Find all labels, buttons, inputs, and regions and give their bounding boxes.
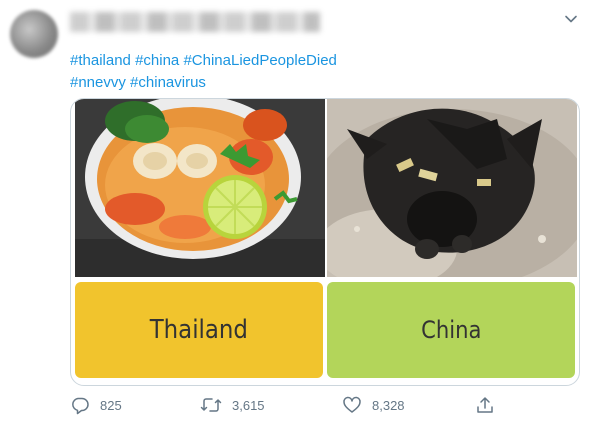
label-thailand-text: Thailand [149, 315, 249, 345]
author-name-blurred [70, 12, 320, 32]
hashtag-nnevvy[interactable]: #nnevvy [70, 74, 126, 91]
retweet-count: 3,615 [232, 397, 265, 413]
reply-icon [72, 397, 89, 415]
hashtag-chinaliedpeopledied[interactable]: #ChinaLiedPeopleDied [183, 52, 336, 69]
like-button[interactable]: 8,328 [342, 393, 405, 417]
tweet-text: #thailand #china #ChinaLiedPeopleDied #n… [70, 50, 570, 94]
label-china: China [327, 282, 575, 378]
like-count: 8,328 [372, 397, 405, 413]
hashtag-chinavirus[interactable]: #chinavirus [130, 74, 206, 91]
reply-count: 825 [100, 397, 122, 413]
photo-bat-soup[interactable] [327, 99, 577, 277]
tweet-text-line-2: #nnevvy #chinavirus [70, 72, 570, 94]
reply-button[interactable]: 825 [70, 393, 122, 417]
label-china-text: China [420, 316, 482, 344]
hashtag-china[interactable]: #china [135, 52, 179, 69]
tweet-actions: 825 3,615 8,328 [70, 393, 510, 417]
retweet-icon [200, 398, 222, 412]
share-icon [477, 397, 493, 413]
tweet-text-line-1: #thailand #china #ChinaLiedPeopleDied [70, 50, 570, 72]
chevron-down-icon[interactable] [562, 10, 580, 28]
media-card[interactable]: Thailand China [70, 98, 580, 386]
photo-thai-soup[interactable] [75, 99, 325, 277]
retweet-button[interactable]: 3,615 [200, 393, 265, 417]
heart-icon [343, 396, 361, 413]
label-thailand: Thailand [75, 282, 323, 378]
hashtag-thailand[interactable]: #thailand [70, 52, 131, 69]
avatar[interactable] [10, 10, 58, 58]
share-button[interactable] [475, 393, 505, 417]
